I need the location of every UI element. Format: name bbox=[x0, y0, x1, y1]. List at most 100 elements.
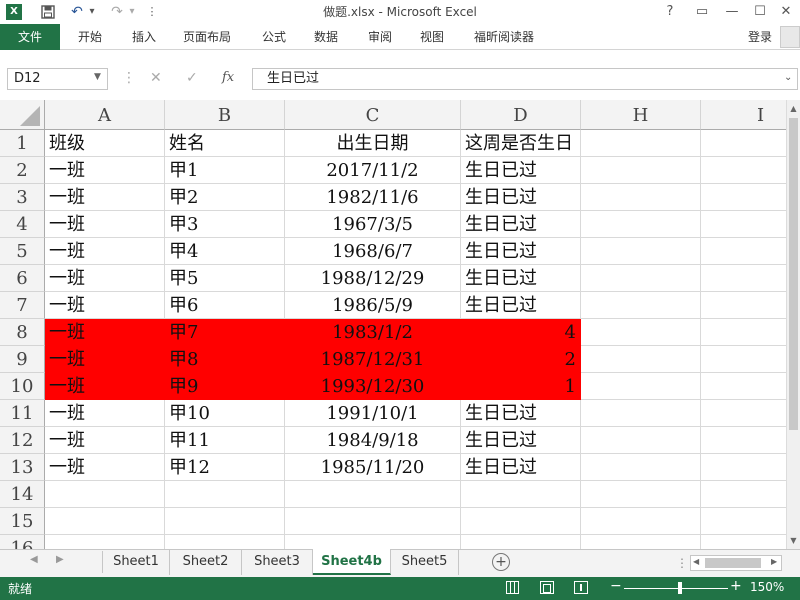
cell-a1[interactable]: 班级 bbox=[45, 130, 165, 157]
close-button[interactable]: ✕ bbox=[772, 0, 800, 24]
cell-b8[interactable]: 甲7 bbox=[165, 319, 285, 346]
cell-a16[interactable] bbox=[45, 535, 165, 549]
cell-b5[interactable]: 甲4 bbox=[165, 238, 285, 265]
cell-c13[interactable]: 1985/11/20 bbox=[285, 454, 461, 481]
cell-b11[interactable]: 甲10 bbox=[165, 400, 285, 427]
vertical-scrollbar[interactable]: ▲ ▼ bbox=[786, 100, 800, 549]
cell-i4[interactable] bbox=[701, 211, 786, 238]
cell-b7[interactable]: 甲6 bbox=[165, 292, 285, 319]
cell-b14[interactable] bbox=[165, 481, 285, 508]
cell-a4[interactable]: 一班 bbox=[45, 211, 165, 238]
select-all-corner[interactable] bbox=[0, 100, 45, 130]
cell-i16[interactable] bbox=[701, 535, 786, 549]
row-header[interactable]: 10 bbox=[0, 373, 45, 400]
column-header-a[interactable]: A bbox=[45, 100, 165, 130]
cell-c9[interactable]: 1987/12/31 bbox=[285, 346, 461, 373]
cell-b16[interactable] bbox=[165, 535, 285, 549]
name-box-dropdown-icon[interactable]: ▼ bbox=[94, 72, 101, 82]
cell-h7[interactable] bbox=[581, 292, 701, 319]
cell-c2[interactable]: 2017/11/2 bbox=[285, 157, 461, 184]
tab-data[interactable]: 数据 bbox=[304, 24, 348, 50]
row-header[interactable]: 1 bbox=[0, 130, 45, 157]
sheet-tab-sheet4b[interactable]: Sheet4b bbox=[313, 549, 391, 575]
horizontal-scroll-thumb[interactable] bbox=[705, 558, 761, 568]
cell-d1[interactable]: 这周是否生日 bbox=[461, 130, 581, 157]
cell-c16[interactable] bbox=[285, 535, 461, 549]
cell-d8[interactable]: 4 bbox=[461, 319, 581, 346]
cell-c5[interactable]: 1968/6/7 bbox=[285, 238, 461, 265]
cell-c12[interactable]: 1984/9/18 bbox=[285, 427, 461, 454]
cell-d5[interactable]: 生日已过 bbox=[461, 238, 581, 265]
cell-d16[interactable] bbox=[461, 535, 581, 549]
cell-a9[interactable]: 一班 bbox=[45, 346, 165, 373]
worksheet-grid[interactable]: A B C D H I 1 班级 姓名 出生日期 这周是否生日 2 一班 甲1 2017/11/… bbox=[0, 100, 786, 549]
row-header[interactable]: 5 bbox=[0, 238, 45, 265]
cell-a6[interactable]: 一班 bbox=[45, 265, 165, 292]
login-link[interactable]: 登录 bbox=[742, 24, 778, 50]
cell-h10[interactable] bbox=[581, 373, 701, 400]
cell-h8[interactable] bbox=[581, 319, 701, 346]
cell-a13[interactable]: 一班 bbox=[45, 454, 165, 481]
maximize-button[interactable]: ☐ bbox=[746, 0, 774, 24]
zoom-in-button[interactable]: + bbox=[730, 578, 742, 594]
cell-c6[interactable]: 1988/12/29 bbox=[285, 265, 461, 292]
cell-i13[interactable] bbox=[701, 454, 786, 481]
cell-i2[interactable] bbox=[701, 157, 786, 184]
cell-i11[interactable] bbox=[701, 400, 786, 427]
cell-i3[interactable] bbox=[701, 184, 786, 211]
cell-b2[interactable]: 甲1 bbox=[165, 157, 285, 184]
cell-d14[interactable] bbox=[461, 481, 581, 508]
cell-i15[interactable] bbox=[701, 508, 786, 535]
cell-i10[interactable] bbox=[701, 373, 786, 400]
cell-d3[interactable]: 生日已过 bbox=[461, 184, 581, 211]
sheet-tab-sheet5[interactable]: Sheet5 bbox=[391, 549, 459, 575]
row-header[interactable]: 3 bbox=[0, 184, 45, 211]
row-header[interactable]: 15 bbox=[0, 508, 45, 535]
cell-d13[interactable]: 生日已过 bbox=[461, 454, 581, 481]
next-sheet-icon[interactable]: ▶ bbox=[56, 554, 64, 565]
scroll-up-icon[interactable]: ▲ bbox=[788, 104, 799, 113]
cell-d15[interactable] bbox=[461, 508, 581, 535]
cell-h1[interactable] bbox=[581, 130, 701, 157]
column-header-i[interactable]: I bbox=[701, 100, 786, 130]
cell-b13[interactable]: 甲12 bbox=[165, 454, 285, 481]
column-header-h[interactable]: H bbox=[581, 100, 701, 130]
cell-i14[interactable] bbox=[701, 481, 786, 508]
cell-i6[interactable] bbox=[701, 265, 786, 292]
tab-home[interactable]: 开始 bbox=[68, 24, 112, 50]
row-header[interactable]: 11 bbox=[0, 400, 45, 427]
cell-d7[interactable]: 生日已过 bbox=[461, 292, 581, 319]
tab-page-layout[interactable]: 页面布局 bbox=[176, 24, 238, 50]
cell-d11[interactable]: 生日已过 bbox=[461, 400, 581, 427]
tab-view[interactable]: 视图 bbox=[410, 24, 454, 50]
cell-d6[interactable]: 生日已过 bbox=[461, 265, 581, 292]
cell-h15[interactable] bbox=[581, 508, 701, 535]
cell-c3[interactable]: 1982/11/6 bbox=[285, 184, 461, 211]
scroll-down-icon[interactable]: ▼ bbox=[788, 536, 799, 545]
tab-foxit-reader[interactable]: 福昕阅读器 bbox=[466, 24, 542, 50]
cell-b3[interactable]: 甲2 bbox=[165, 184, 285, 211]
name-box[interactable]: D12 bbox=[7, 68, 108, 90]
cell-a12[interactable]: 一班 bbox=[45, 427, 165, 454]
cell-a11[interactable]: 一班 bbox=[45, 400, 165, 427]
cell-c4[interactable]: 1967/3/5 bbox=[285, 211, 461, 238]
zoom-slider-track[interactable] bbox=[624, 588, 728, 589]
cell-a7[interactable]: 一班 bbox=[45, 292, 165, 319]
cell-d2[interactable]: 生日已过 bbox=[461, 157, 581, 184]
expand-formula-bar-icon[interactable]: ⌄ bbox=[784, 72, 792, 83]
row-header[interactable]: 2 bbox=[0, 157, 45, 184]
row-header[interactable]: 8 bbox=[0, 319, 45, 346]
cell-a8[interactable]: 一班 bbox=[45, 319, 165, 346]
sheet-tab-sheet2[interactable]: Sheet2 bbox=[170, 549, 242, 575]
row-header[interactable]: 16 bbox=[0, 535, 45, 549]
cell-c8[interactable]: 1983/1/2 bbox=[285, 319, 461, 346]
insert-function-icon[interactable]: fx bbox=[222, 70, 234, 85]
add-sheet-button[interactable]: + bbox=[492, 553, 510, 571]
tab-insert[interactable]: 插入 bbox=[122, 24, 166, 50]
cell-b4[interactable]: 甲3 bbox=[165, 211, 285, 238]
cancel-entry-icon[interactable]: ✕ bbox=[150, 70, 162, 86]
tab-split-handle-icon[interactable]: ⋮ bbox=[676, 556, 688, 570]
cell-b12[interactable]: 甲11 bbox=[165, 427, 285, 454]
cell-a2[interactable]: 一班 bbox=[45, 157, 165, 184]
column-header-c[interactable]: C bbox=[285, 100, 461, 130]
